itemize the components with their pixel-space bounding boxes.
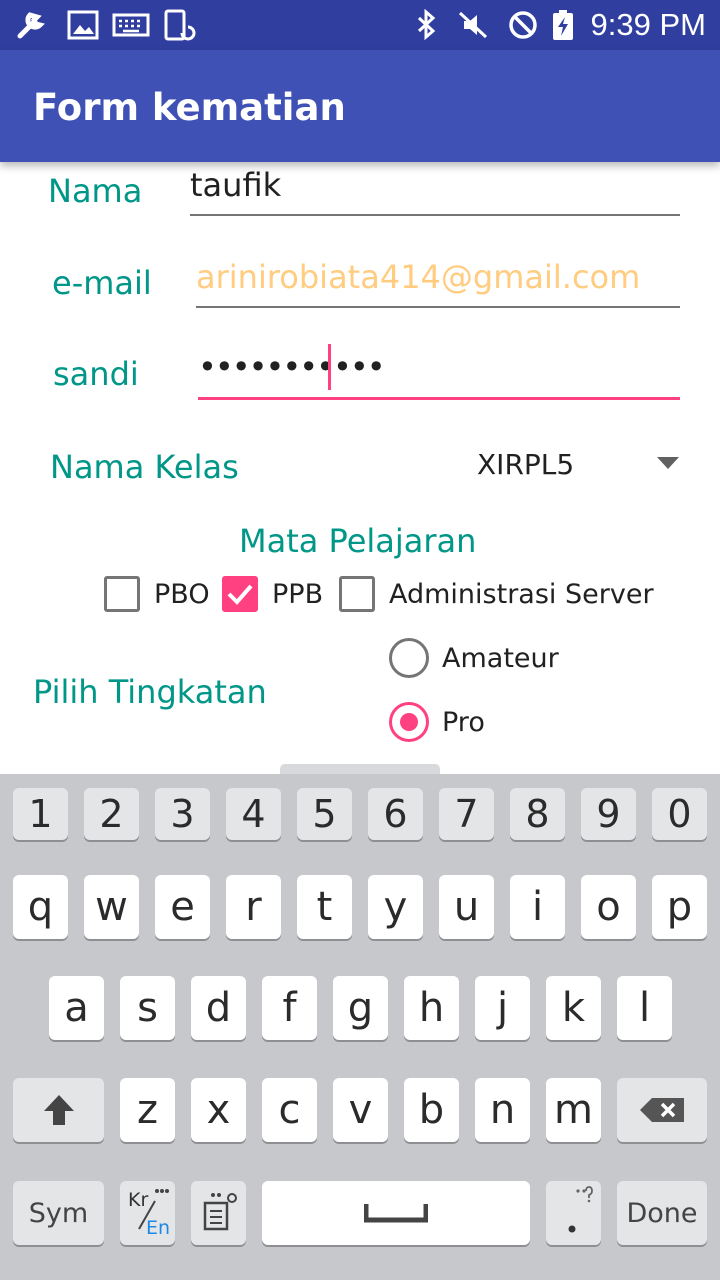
nama-label: Nama	[48, 172, 143, 210]
checkbox-ppb[interactable]	[222, 576, 258, 612]
email-placeholder: arinirobiata414@gmail.com	[196, 258, 641, 296]
check-icon	[227, 584, 253, 605]
sym-key[interactable]: Sym	[13, 1181, 104, 1245]
sandi-label: sandi	[53, 355, 139, 393]
key-t[interactable]: t	[297, 875, 352, 939]
key-p[interactable]: p	[652, 875, 707, 939]
key-b[interactable]: b	[404, 1078, 459, 1142]
nama-underline	[190, 214, 680, 216]
key-z[interactable]: z	[120, 1078, 175, 1142]
key-s[interactable]: s	[120, 976, 175, 1040]
checkbox-pbo[interactable]	[104, 576, 140, 612]
radio-amateur[interactable]	[389, 638, 429, 678]
key-6[interactable]: 6	[368, 788, 423, 840]
battery-charging-icon	[553, 10, 573, 40]
bluetooth-icon	[417, 9, 436, 41]
key-r[interactable]: r	[226, 875, 281, 939]
email-label: e-mail	[52, 264, 152, 302]
key-n[interactable]: n	[475, 1078, 530, 1142]
space-key[interactable]	[262, 1181, 530, 1245]
page-title: Form kematian	[33, 86, 346, 129]
wrench-icon	[17, 12, 45, 39]
key-i[interactable]: i	[510, 875, 565, 939]
app-bar: Form kematian	[0, 50, 720, 162]
language-primary: Kr	[128, 1189, 149, 1211]
checkbox-administrasi-server-label[interactable]: Administrasi Server	[389, 579, 654, 610]
password-field[interactable]: •••••••••••	[198, 340, 680, 400]
clipboard-settings-icon	[203, 1193, 237, 1231]
nama-field[interactable]: taufik	[190, 156, 680, 216]
keyboard-icon	[112, 13, 150, 37]
key-u[interactable]: u	[439, 875, 494, 939]
mata-pelajaran-heading: Mata Pelajaran	[239, 522, 477, 560]
phone-sync-icon	[164, 9, 196, 41]
tingkatan-label: Pilih Tingkatan	[33, 673, 267, 711]
space-icon	[364, 1204, 428, 1223]
mute-icon	[458, 11, 488, 39]
kelas-selected: XIRPL5	[477, 448, 575, 481]
done-key[interactable]: Done	[617, 1181, 707, 1245]
shift-icon	[43, 1095, 74, 1125]
language-secondary: En	[146, 1217, 171, 1239]
key-y[interactable]: y	[368, 875, 423, 939]
nama-value: taufik	[190, 166, 282, 204]
key-4[interactable]: 4	[226, 788, 281, 840]
key-v[interactable]: v	[333, 1078, 388, 1142]
radio-amateur-label[interactable]: Amateur	[442, 643, 559, 674]
status-bar: 9:39 PM	[0, 0, 720, 50]
key-3[interactable]: 3	[155, 788, 210, 840]
do-not-disturb-icon	[509, 11, 537, 39]
checkbox-administrasi-server[interactable]	[339, 576, 375, 612]
key-2[interactable]: 2	[84, 788, 139, 840]
key-q[interactable]: q	[13, 875, 68, 939]
key-1[interactable]: 1	[13, 788, 68, 840]
key-h[interactable]: h	[404, 976, 459, 1040]
kelas-dropdown[interactable]: XIRPL5	[460, 440, 690, 494]
shift-key[interactable]	[13, 1078, 104, 1142]
radio-pro[interactable]	[389, 702, 429, 742]
password-value: •••••••••••	[198, 348, 386, 386]
radio-pro-dot	[400, 713, 418, 731]
email-underline	[196, 306, 680, 308]
kelas-label: Nama Kelas	[50, 448, 239, 486]
clipboard-key[interactable]	[191, 1181, 246, 1245]
key-8[interactable]: 8	[510, 788, 565, 840]
radio-pro-label[interactable]: Pro	[442, 707, 485, 738]
key-9[interactable]: 9	[581, 788, 636, 840]
key-c[interactable]: c	[262, 1078, 317, 1142]
email-field[interactable]: arinirobiata414@gmail.com	[196, 248, 680, 308]
key-o[interactable]: o	[581, 875, 636, 939]
key-k[interactable]: k	[546, 976, 601, 1040]
key-g[interactable]: g	[333, 976, 388, 1040]
key-a[interactable]: a	[49, 976, 104, 1040]
key-l[interactable]: l	[617, 976, 672, 1040]
key-5[interactable]: 5	[297, 788, 352, 840]
image-icon	[67, 10, 99, 40]
key-w[interactable]: w	[84, 875, 139, 939]
clock: 9:39 PM	[590, 7, 706, 42]
backspace-icon	[640, 1098, 684, 1122]
key-x[interactable]: x	[191, 1078, 246, 1142]
key-e[interactable]: e	[155, 875, 210, 939]
keyboard: 1 2 3 4 5 6 7 8 9 0 q w e r t y u i o p …	[0, 774, 720, 1280]
key-f[interactable]: f	[262, 976, 317, 1040]
key-d[interactable]: d	[191, 976, 246, 1040]
period-key[interactable]	[546, 1181, 601, 1245]
backspace-key[interactable]	[617, 1078, 707, 1142]
key-j[interactable]: j	[475, 976, 530, 1040]
dropdown-arrow-icon	[657, 457, 679, 469]
checkbox-pbo-label[interactable]: PBO	[154, 579, 210, 610]
key-0[interactable]: 0	[652, 788, 707, 840]
key-7[interactable]: 7	[439, 788, 494, 840]
password-underline	[198, 397, 680, 400]
key-m[interactable]: m	[546, 1078, 601, 1142]
text-cursor	[328, 344, 331, 390]
period-punctuation-icon	[568, 1186, 593, 1233]
checkbox-ppb-label[interactable]: PPB	[272, 579, 323, 610]
language-key[interactable]: Kr En	[120, 1181, 175, 1245]
